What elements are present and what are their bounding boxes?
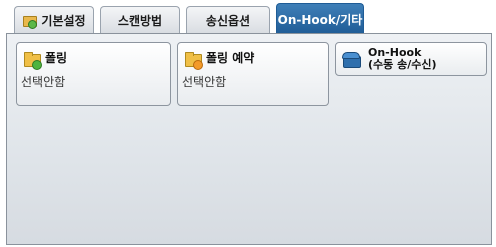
polling-title: 폴링 <box>45 51 68 65</box>
polling-reserve-title: 폴링 예약 <box>206 51 255 65</box>
folder-icon <box>184 50 203 70</box>
phone-icon <box>342 51 361 68</box>
polling-value: 선택안함 <box>21 75 66 89</box>
polling-reserve-button[interactable]: 폴링 예약 선택안함 <box>177 42 329 106</box>
content-panel: 폴링 선택안함 폴링 예약 선택안함 On-Hook (수동 송/수신) <box>6 33 492 245</box>
tab-label: 스캔방법 <box>117 13 163 28</box>
tab-send-options[interactable]: 송신옵션 <box>186 6 270 33</box>
tab-scan-method[interactable]: 스캔방법 <box>100 6 180 33</box>
folder-icon <box>22 13 38 29</box>
tab-label: 기본설정 <box>41 13 86 28</box>
screen: 기본설정 스캔방법 송신옵션 On-Hook/기타 폴링 선택안함 폴링 예약 … <box>0 0 496 247</box>
polling-button[interactable]: 폴링 선택안함 <box>16 42 171 106</box>
tab-label: 송신옵션 <box>205 13 251 28</box>
onhook-button[interactable]: On-Hook (수동 송/수신) <box>335 42 487 76</box>
polling-reserve-value: 선택안함 <box>182 75 227 89</box>
tab-bar: 기본설정 스캔방법 송신옵션 On-Hook/기타 <box>0 0 496 34</box>
tab-onhook-other[interactable]: On-Hook/기타 <box>276 3 364 34</box>
check-badge-icon <box>32 60 42 70</box>
tab-label: On-Hook/기타 <box>277 12 363 27</box>
tab-basic-settings[interactable]: 기본설정 <box>14 6 94 33</box>
onhook-label: On-Hook (수동 송/수신) <box>368 47 437 71</box>
folder-icon <box>23 50 42 70</box>
onhook-line2: (수동 송/수신) <box>368 58 437 71</box>
arrow-badge-icon <box>193 60 203 70</box>
